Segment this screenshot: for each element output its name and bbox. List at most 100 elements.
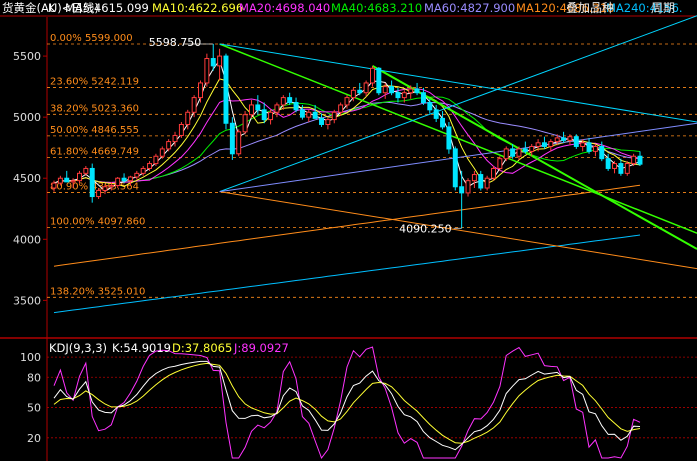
overlay-button[interactable]: 叠加品种 — [566, 0, 614, 16]
candle — [497, 158, 503, 169]
candle — [471, 174, 477, 182]
candle — [331, 111, 337, 121]
candle — [338, 104, 344, 113]
candle — [204, 58, 210, 84]
kdj-j-line — [53, 346, 641, 460]
candle — [363, 82, 369, 94]
candle — [389, 86, 395, 94]
candle — [312, 111, 318, 119]
fib-level-label: 0.00% 5599.000 — [50, 33, 133, 44]
kdj-d-line — [53, 362, 641, 444]
candle — [370, 67, 375, 84]
candle — [127, 176, 133, 182]
candle — [121, 177, 127, 182]
candle — [408, 88, 414, 94]
kdj-legend-j: J:89.0927 — [233, 341, 289, 355]
candle — [357, 89, 363, 94]
candle — [529, 145, 535, 152]
candle — [198, 82, 203, 99]
candle — [51, 182, 57, 189]
candle — [350, 89, 356, 99]
y-tick-label: 4000 — [13, 233, 41, 246]
candle — [102, 186, 108, 191]
candle — [433, 109, 439, 119]
candle — [147, 163, 153, 169]
candle — [401, 92, 407, 99]
candle — [191, 97, 197, 113]
candle — [229, 122, 235, 155]
candle — [115, 177, 121, 187]
legend-ma10: MA10:4622.696 — [152, 1, 243, 15]
kdj-tick-label: 100 — [20, 351, 41, 364]
candle — [299, 109, 305, 118]
candle — [236, 131, 242, 155]
candle — [522, 148, 528, 152]
candle — [344, 97, 350, 106]
candle — [89, 167, 95, 198]
legend-ma5: MA5:4615.099 — [65, 1, 149, 15]
candle — [159, 148, 165, 157]
candle — [414, 88, 420, 94]
candle — [420, 92, 426, 103]
candle — [376, 67, 382, 94]
candle — [166, 141, 172, 150]
candle — [274, 104, 280, 113]
candle — [548, 141, 554, 147]
fib-level-label: 38.20% 5023.360 — [50, 103, 139, 114]
candle — [178, 123, 184, 136]
legend-ma40: MA40:4683.210 — [331, 1, 422, 15]
candle — [280, 97, 286, 106]
candle — [83, 167, 89, 174]
low-annotation: 4090.250 — [399, 222, 452, 235]
candle — [503, 148, 509, 160]
kdj-tick-label: 50 — [27, 402, 41, 415]
kdj-legend-name: KDJ(9,3,3) — [49, 341, 107, 355]
candle — [217, 55, 223, 67]
kdj-k-line — [53, 360, 641, 451]
candle — [478, 174, 484, 189]
period-button[interactable]: 周期 — [651, 0, 675, 16]
candle — [592, 145, 598, 152]
candle — [57, 177, 63, 184]
candle — [248, 104, 254, 116]
candle — [325, 119, 331, 125]
candle — [573, 136, 579, 147]
candle — [77, 172, 82, 182]
candle — [96, 189, 102, 198]
candle — [491, 167, 496, 179]
candle — [108, 185, 114, 188]
candle — [140, 167, 146, 174]
candle — [440, 117, 446, 128]
candle — [516, 148, 522, 157]
y-tick-label: 5000 — [13, 111, 41, 124]
candle — [395, 92, 401, 99]
kdj-legend-k: K:54.9019 — [112, 341, 171, 355]
candle — [541, 142, 547, 147]
chart-canvas: 5500 5000 4500 4000 3500 0.00% 5599.000 23.60%… — [0, 1, 697, 461]
legend-ma20: MA20:4698.040 — [239, 1, 330, 15]
candle — [459, 186, 465, 194]
candle — [255, 104, 261, 111]
candle — [242, 114, 248, 133]
candle — [427, 101, 433, 111]
candle — [210, 58, 216, 67]
trend-line-green — [219, 43, 697, 234]
y-tick-label: 5500 — [13, 50, 41, 63]
candle — [261, 109, 267, 121]
candle — [535, 142, 541, 147]
candle — [586, 142, 592, 152]
candle — [287, 97, 293, 103]
y-tick-label: 3500 — [13, 294, 41, 307]
candle — [612, 163, 617, 169]
candle — [319, 117, 324, 125]
candle — [605, 158, 611, 169]
trend-line-orange — [219, 191, 697, 270]
candle — [452, 148, 458, 188]
high-annotation: 5598.750 — [149, 36, 202, 49]
fib-level-label: 61.80% 4669.749 — [50, 146, 139, 157]
kdj-tick-label: 80 — [27, 371, 41, 384]
kdj-legend-d: D:37.8065 — [172, 341, 232, 355]
candle — [599, 145, 605, 160]
fib-level-label: 100.00% 4097.860 — [50, 216, 145, 227]
candle — [172, 134, 178, 143]
